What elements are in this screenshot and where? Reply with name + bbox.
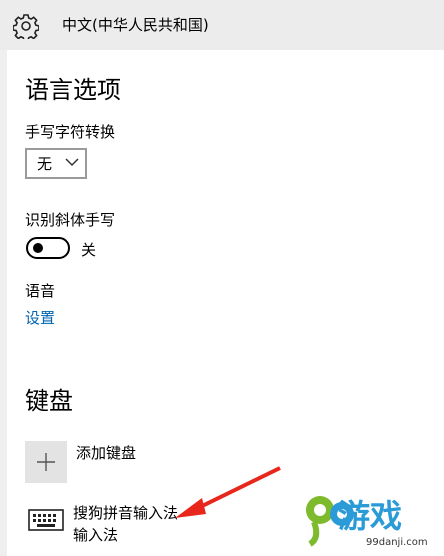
language-options-heading: 语言选项 xyxy=(25,76,121,104)
title-bar: 中文(中华人民共和国) xyxy=(0,0,444,50)
watermark-domain: 99danji.com xyxy=(366,537,428,548)
plus-icon xyxy=(37,453,55,471)
keyboard-icon xyxy=(28,509,64,531)
watermark-brand: 游戏 xyxy=(338,497,403,535)
speech-settings-link[interactable]: 设置 xyxy=(25,308,55,328)
add-keyboard-button[interactable] xyxy=(25,441,67,483)
keyboards-heading: 键盘 xyxy=(25,387,73,415)
keyboard-item-subtitle: 输入法 xyxy=(73,526,119,544)
left-edge xyxy=(0,0,7,556)
keyboard-item-name[interactable]: 搜狗拼音输入法 xyxy=(73,503,178,523)
gear-icon[interactable] xyxy=(13,13,39,39)
handwriting-select[interactable]: 无 xyxy=(25,148,87,179)
handwriting-select-value: 无 xyxy=(37,155,53,173)
speech-label: 语音 xyxy=(25,282,56,300)
handwriting-label: 手写字符转换 xyxy=(25,123,116,141)
page-title: 中文(中华人民共和国) xyxy=(62,16,209,34)
toggle-state-label: 关 xyxy=(81,241,97,259)
italic-handwriting-toggle[interactable] xyxy=(26,237,70,259)
annotation-arrow xyxy=(175,466,281,518)
chevron-down-icon xyxy=(65,158,79,167)
toggle-knob xyxy=(33,243,43,253)
add-keyboard-label[interactable]: 添加键盘 xyxy=(76,443,136,463)
italic-handwriting-label: 识别斜体手写 xyxy=(25,211,116,229)
